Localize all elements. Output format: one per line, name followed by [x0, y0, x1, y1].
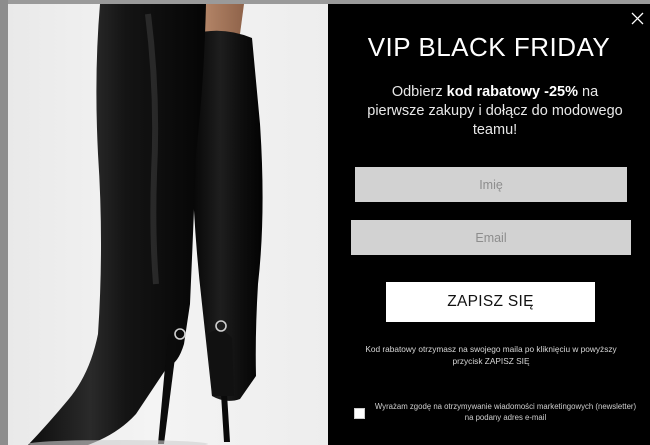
- background-strip: [0, 0, 8, 445]
- consent-checkbox[interactable]: [354, 408, 365, 419]
- marketing-consent: Wyrażam zgodę na otrzymywanie wiadomości…: [354, 402, 638, 423]
- close-button[interactable]: [628, 9, 646, 27]
- discount-highlight: kod rabatowy -25%: [446, 84, 578, 100]
- subtitle-prefix: Odbierz: [391, 84, 447, 100]
- subscribe-button[interactable]: ZAPISZ SIĘ: [386, 282, 595, 322]
- newsletter-popup: VIP BLACK FRIDAY Odbierz kod rabatowy -2…: [8, 4, 650, 445]
- email-input[interactable]: [351, 220, 631, 255]
- name-input[interactable]: [355, 167, 627, 202]
- close-icon: [631, 12, 643, 24]
- signup-panel: VIP BLACK FRIDAY Odbierz kod rabatowy -2…: [328, 4, 650, 445]
- product-photo: [8, 4, 328, 445]
- boots-illustration: [28, 4, 263, 445]
- consent-label: Wyrażam zgodę na otrzymywanie wiadomości…: [374, 402, 637, 422]
- popup-title: VIP BLACK FRIDAY: [367, 32, 611, 62]
- popup-subtitle: Odbierz kod rabatowy -25% na pierwsze za…: [362, 83, 628, 140]
- discount-note: Kod rabatowy otrzymasz na swojego maila …: [365, 344, 617, 366]
